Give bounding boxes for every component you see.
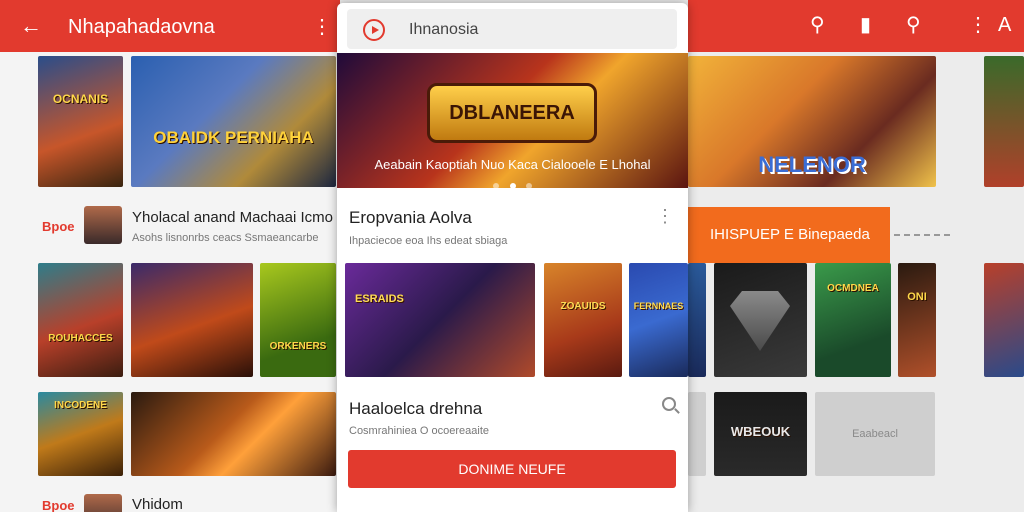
right-banner-title: NELENOR xyxy=(758,152,866,177)
left-app-bar: ← Nhapahadaovna ⋮ xyxy=(0,0,340,52)
text-icon[interactable]: A xyxy=(998,12,1011,38)
more-vert-icon[interactable]: ⋮ xyxy=(312,14,332,39)
right-grey-tile[interactable]: Eaabeacl xyxy=(815,392,935,476)
left-game-tile-2[interactable]: OBAIDK PERNIAHA xyxy=(131,56,336,187)
left-grid-tile-1-label: ROUHACCES xyxy=(48,333,113,344)
left-game-tile-1-label: OCNANIS xyxy=(52,92,109,106)
right-grid-tile-4[interactable]: ONI xyxy=(898,263,936,377)
left-row3-title[interactable]: Vhidom xyxy=(132,496,183,512)
right-grid-tile-3-label: OCMDNEA xyxy=(827,283,879,294)
right-banner[interactable]: NELENOR xyxy=(688,56,936,187)
banner-caption: Aeabain Kaoptiah Nuo Kaca Cialooele E Lh… xyxy=(374,157,651,172)
left-grid-tile-2[interactable] xyxy=(131,263,253,377)
right-row2-tile-2-label: WBEOUK xyxy=(730,424,791,439)
left-row2-tile-1-label: INCODENE xyxy=(54,400,107,411)
right-dashes xyxy=(894,234,950,236)
left-game-tile-1[interactable]: OCNANIS xyxy=(38,56,123,187)
right-app-panel: ⚲ ▮ ⚲ ⋮ A NELENOR IHISPUEP E Binepaeda O… xyxy=(688,0,1024,512)
left-grid-tile-3-label: ORKENERS xyxy=(269,341,327,352)
left-app-panel: ← Nhapahadaovna ⋮ OCNANIS OBAIDK PERNIAH… xyxy=(0,0,340,512)
left-row2-tile-1[interactable]: INCODENE xyxy=(38,392,123,476)
left-row1-subtitle: Asohs lisnonrbs ceacs Ssmaeancarbe xyxy=(132,232,319,244)
game-thumb-3[interactable]: FERNNAES xyxy=(629,263,688,377)
carousel-dots[interactable] xyxy=(337,176,688,188)
bookmark-icon[interactable]: ▮ xyxy=(860,12,871,38)
banner-logo-text: DBLANEERA xyxy=(449,102,575,124)
foreground-phone: Ihnanosia DBLANEERA Aeabain Kaoptiah Nuo… xyxy=(337,3,688,512)
carousel-dot[interactable] xyxy=(493,183,500,188)
section1-title[interactable]: Eropvania Aolva xyxy=(349,208,472,228)
right-app-bar: ⚲ ▮ ⚲ ⋮ A xyxy=(688,0,1024,52)
right-row2-tile-2[interactable]: WBEOUK xyxy=(714,392,807,476)
section2-subtitle: Cosmrahiniea O ocoereaaite xyxy=(349,425,490,437)
right-edge-tile[interactable] xyxy=(984,56,1024,187)
right-grey-tile-label: Eaabeacl xyxy=(852,428,898,440)
featured-banner[interactable]: DBLANEERA Aeabain Kaoptiah Nuo Kaca Cial… xyxy=(337,53,688,188)
left-app-title: Nhapahadaovna xyxy=(68,16,215,38)
section2-title[interactable]: Haaloelca drehna xyxy=(349,399,482,419)
right-grid-tile-1[interactable] xyxy=(688,263,706,377)
right-grid-tile-2[interactable] xyxy=(714,263,807,377)
left-row1-title[interactable]: Yholacal anand Machaai Icmo xyxy=(132,209,333,226)
carousel-dot-active[interactable] xyxy=(509,183,516,188)
section1-subtitle: Ihpaciecoe eoa Ihs edeat sbiaga xyxy=(349,235,508,247)
left-row1-avatar xyxy=(84,206,122,244)
game-thumb-2[interactable]: ZOAUIDS xyxy=(544,263,622,377)
search-icon[interactable]: ⚲ xyxy=(906,12,921,38)
search-icon[interactable] xyxy=(662,397,676,411)
shield-icon xyxy=(730,291,790,351)
search-text[interactable]: Ihnanosia xyxy=(409,21,478,39)
game-thumb-2-label: ZOAUIDS xyxy=(560,301,606,312)
left-grid-tile-3[interactable]: ORKENERS xyxy=(260,263,336,377)
more-vert-icon[interactable]: ⋮ xyxy=(968,12,988,38)
right-grid-tile-4-label: ONI xyxy=(907,291,927,303)
right-grid-tile-5[interactable] xyxy=(984,263,1024,377)
left-game-tile-2-label: OBAIDK PERNIAHA xyxy=(153,128,314,147)
right-orange-banner[interactable]: IHISPUEP E Binepaeda xyxy=(688,207,890,263)
carousel-dot[interactable] xyxy=(525,183,532,188)
back-arrow-icon[interactable]: ← xyxy=(20,14,42,38)
right-row2-tile-1[interactable] xyxy=(688,392,706,476)
section1-game-row: ESRAIDS ZOAUIDS FERNNAES xyxy=(345,263,688,377)
left-row3-avatar xyxy=(84,494,122,512)
search-icon[interactable]: ⚲ xyxy=(810,12,825,38)
app-logo-icon xyxy=(363,19,385,41)
game-thumb-1[interactable]: ESRAIDS xyxy=(345,263,535,377)
cta-button[interactable]: DONIME NEUFE xyxy=(348,450,676,488)
game-thumb-1-label: ESRAIDS xyxy=(355,293,404,305)
more-vert-icon[interactable]: ⋮ xyxy=(656,207,674,225)
right-grid-tile-3[interactable]: OCMDNEA xyxy=(815,263,891,377)
game-thumb-3-label: FERNNAES xyxy=(633,301,684,311)
banner-logo: DBLANEERA xyxy=(427,83,597,143)
left-row1-tag: Bpoe xyxy=(42,219,75,234)
left-grid-tile-1[interactable]: ROUHACCES xyxy=(38,263,123,377)
search-bar[interactable]: Ihnanosia xyxy=(347,9,677,49)
left-row2-tile-2[interactable] xyxy=(131,392,336,476)
left-row3-tag: Bpoe xyxy=(42,498,75,512)
